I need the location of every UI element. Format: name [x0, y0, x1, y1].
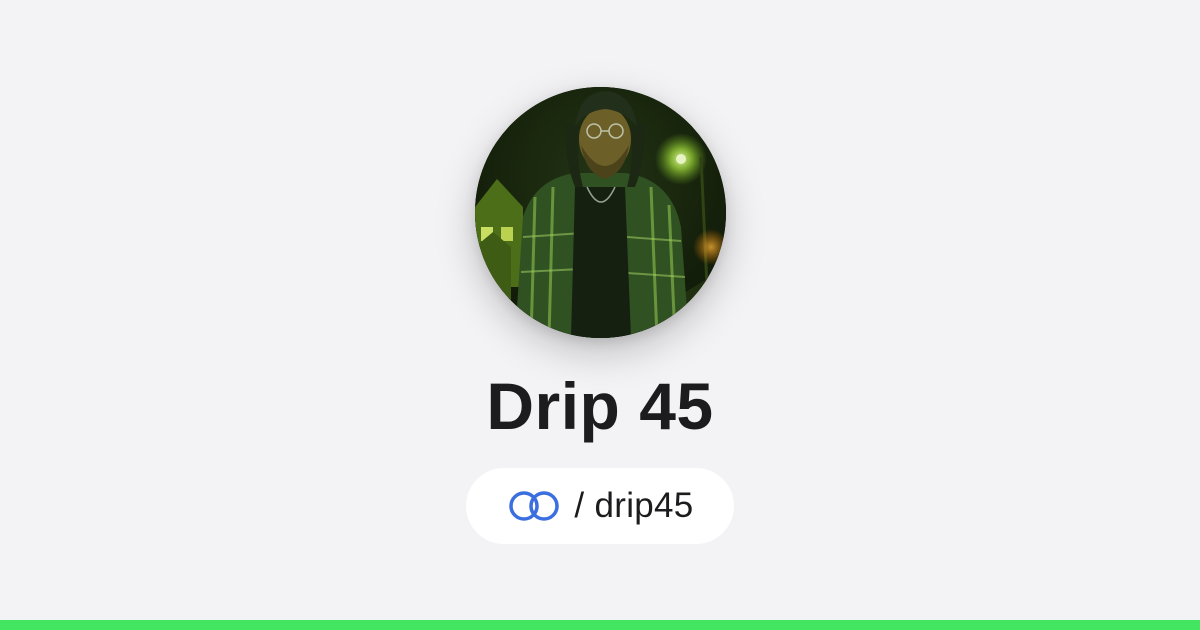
profile-handle-link[interactable]: / drip45 — [466, 468, 734, 544]
profile-handle: / drip45 — [574, 486, 694, 525]
profile-name: Drip 45 — [486, 369, 714, 443]
linked-rings-icon — [506, 489, 562, 523]
avatar-photo — [475, 87, 726, 338]
accent-bar — [0, 620, 1200, 630]
profile-avatar — [475, 87, 726, 338]
